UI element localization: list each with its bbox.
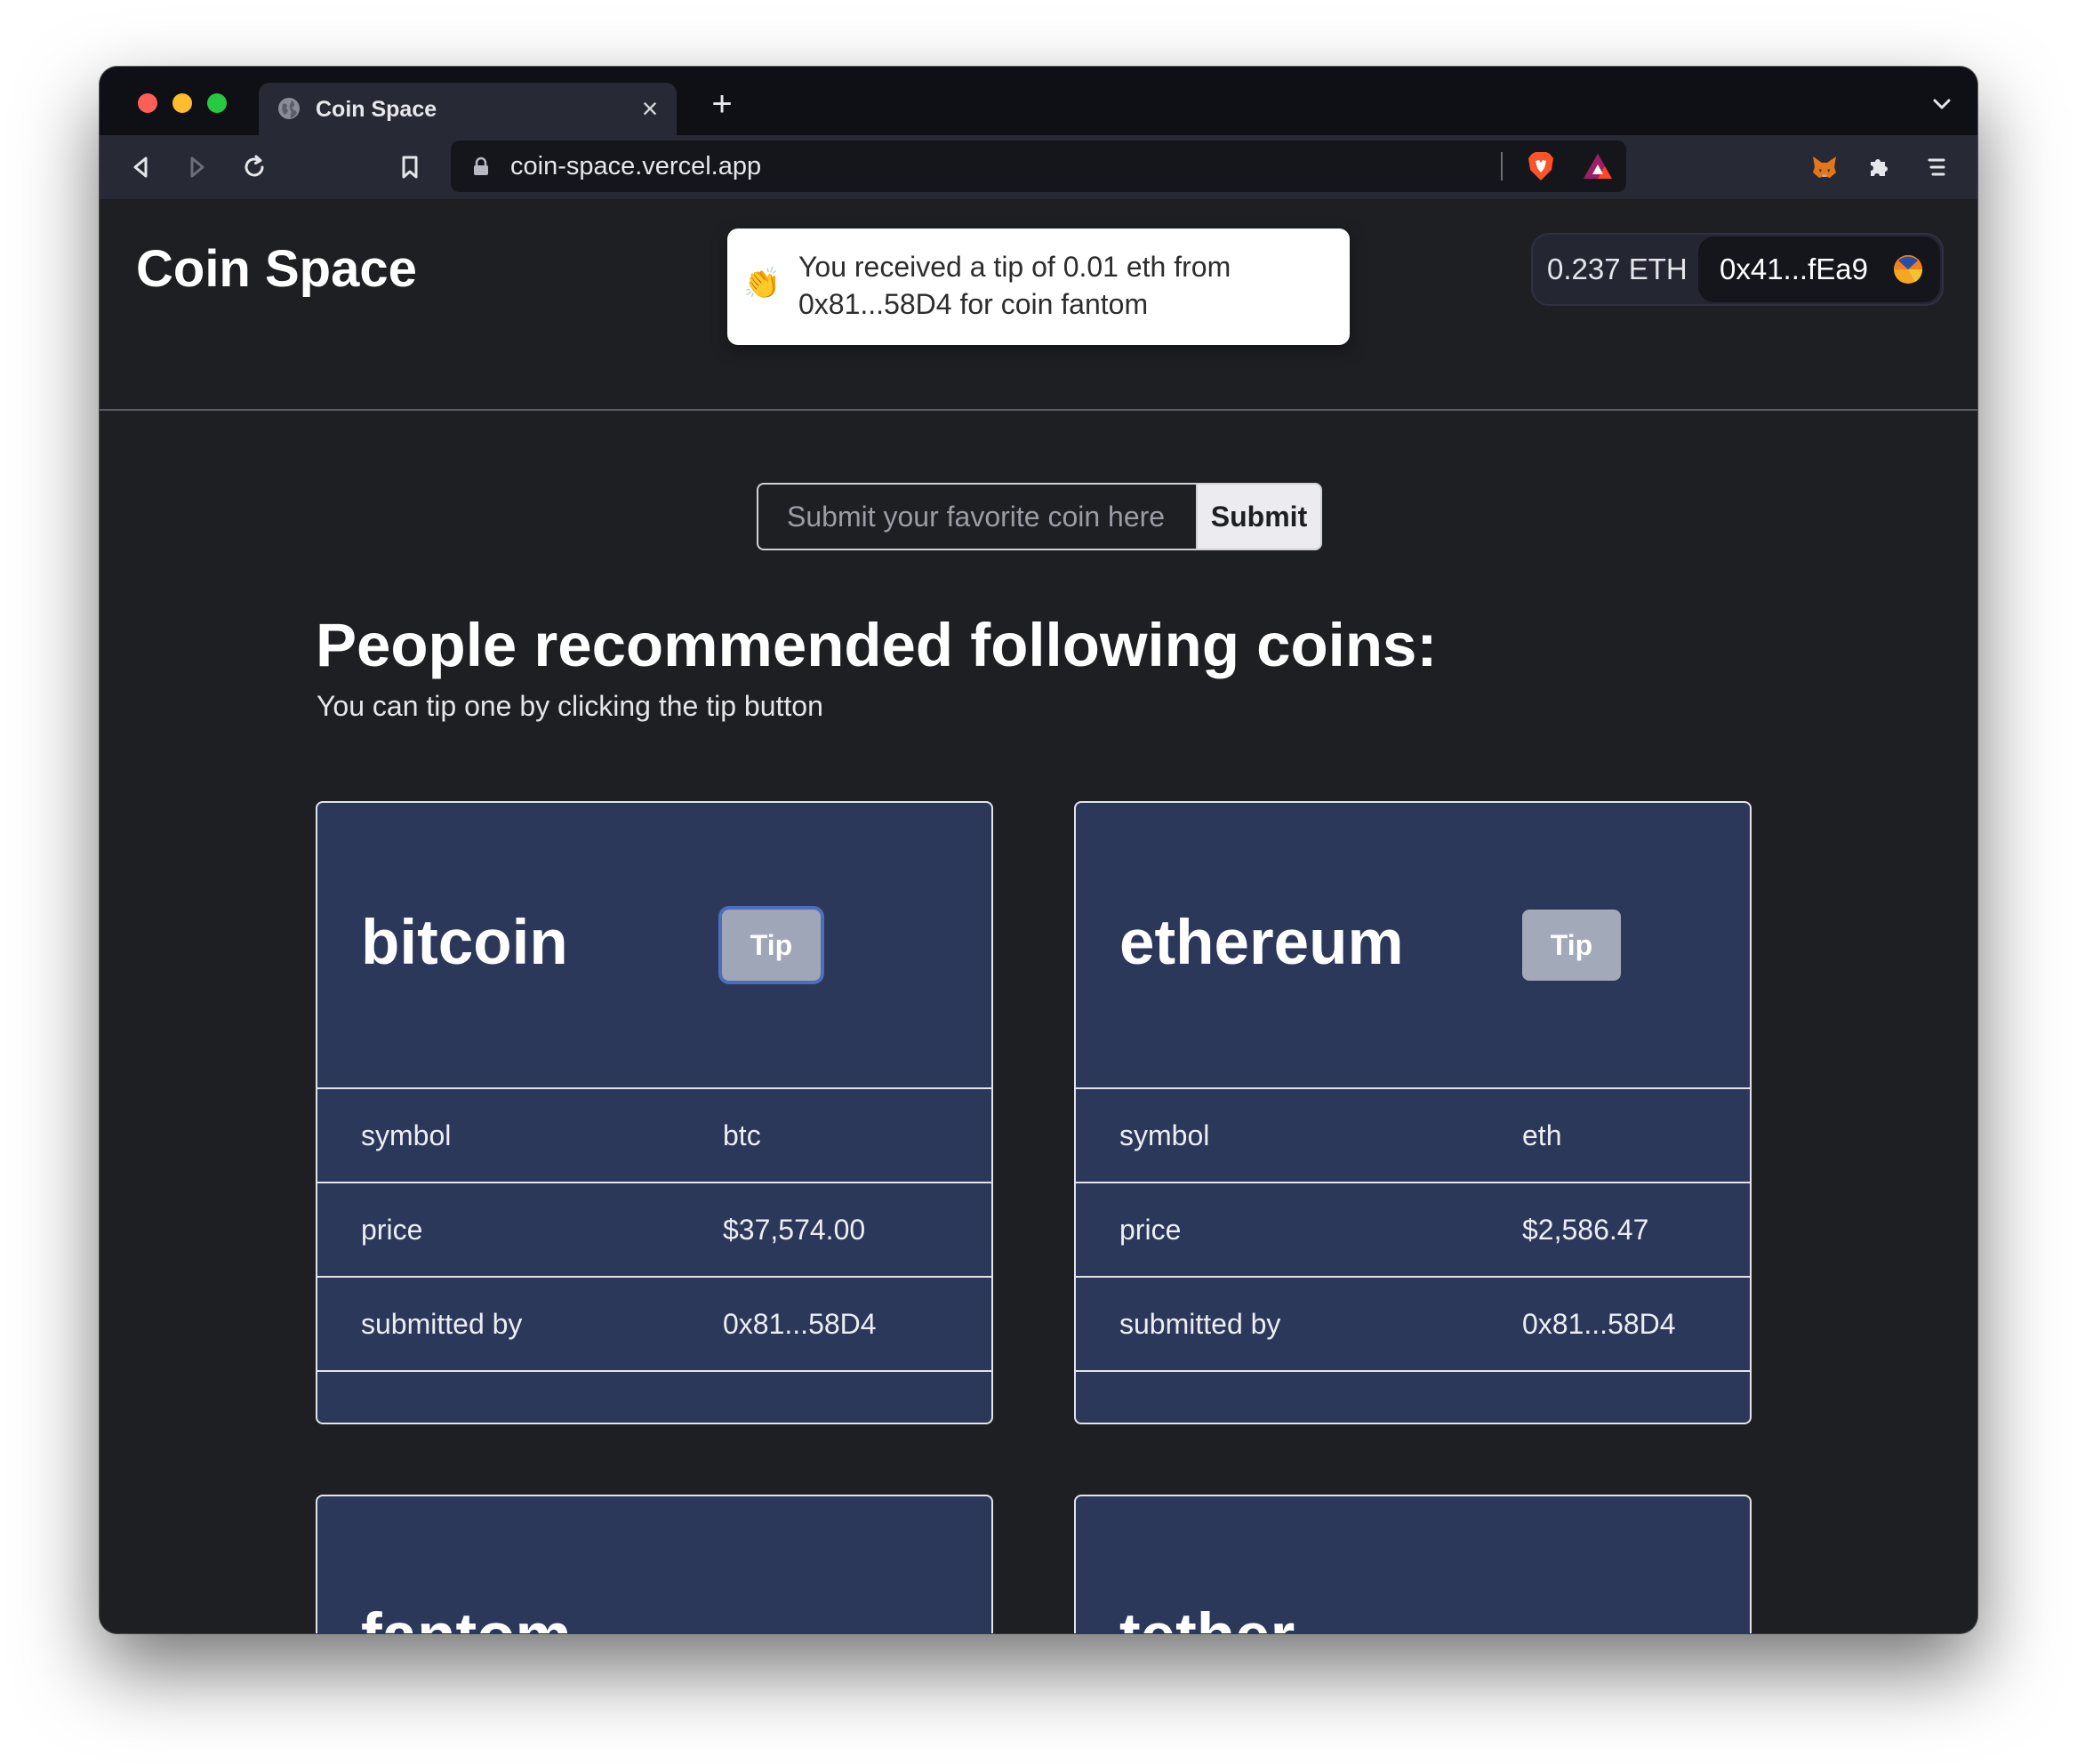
tip-button-bitcoin[interactable]: Tip <box>722 910 821 981</box>
wallet-address: 0x41...fEa9 <box>1720 253 1868 285</box>
row-value: eth <box>1522 1119 1562 1151</box>
wallet-account-button[interactable]: 0x41...fEa9 <box>1698 237 1940 302</box>
tab-bar: Coin Space × + <box>100 67 1977 135</box>
section-subtitle: You can tip one by clicking the tip butt… <box>317 690 823 722</box>
coin-name: tether <box>1119 1600 1295 1633</box>
tip-notification-toast[interactable]: 👏 You received a tip of 0.01 eth from 0x… <box>727 229 1350 345</box>
coin-row-price: price $37,574.00 <box>317 1183 991 1278</box>
submit-button[interactable]: Submit <box>1196 483 1322 550</box>
page-content: Coin Space 👏 You received a tip of 0.01 … <box>100 199 1977 1633</box>
brave-rewards-icon[interactable] <box>1582 152 1614 180</box>
coin-card-ethereum: ethereum Tip symbol eth price $2,586.47 … <box>1074 801 1752 1424</box>
wallet-balance: 0.237 ETH <box>1547 253 1688 285</box>
coin-row-submitted-by: submitted by 0x81...58D4 <box>317 1278 991 1372</box>
coin-submit-input[interactable] <box>757 483 1198 550</box>
bookmark-icon[interactable] <box>396 153 424 181</box>
metamask-fox-icon[interactable] <box>1810 153 1839 181</box>
page-header: Coin Space 👏 You received a tip of 0.01 … <box>100 199 1977 411</box>
row-label: symbol <box>361 1119 452 1151</box>
tab-close-icon[interactable]: × <box>636 94 664 123</box>
row-label: submitted by <box>361 1308 523 1340</box>
row-label: symbol <box>1119 1119 1210 1151</box>
tab-coin-space[interactable]: Coin Space × <box>259 83 677 135</box>
coin-name: fantom <box>361 1600 572 1633</box>
minimize-window-button[interactable] <box>172 93 192 113</box>
row-value: 0x81...58D4 <box>723 1308 877 1340</box>
coin-row-submitted-by: submitted by 0x81...58D4 <box>1076 1278 1750 1372</box>
brave-shields-icon[interactable] <box>1526 150 1556 182</box>
coin-card-tether: tether <box>1074 1495 1752 1633</box>
wallet-widget[interactable]: 0.237 ETH 0x41...fEa9 <box>1531 233 1944 306</box>
lock-icon <box>474 156 488 175</box>
coin-card-header: bitcoin Tip <box>317 803 991 1089</box>
coin-name: ethereum <box>1119 908 1404 978</box>
coin-name: bitcoin <box>361 908 568 978</box>
coin-row-symbol: symbol eth <box>1076 1089 1750 1183</box>
coin-card-header: tether <box>1076 1496 1750 1633</box>
row-label: price <box>361 1214 423 1246</box>
tip-button-ethereum[interactable]: Tip <box>1522 910 1621 981</box>
maximize-window-button[interactable] <box>207 93 227 113</box>
row-value: $2,586.47 <box>1522 1214 1649 1246</box>
new-tab-icon[interactable]: + <box>704 86 740 122</box>
globe-icon <box>278 98 300 119</box>
coin-card-fantom: fantom <box>316 1495 993 1633</box>
coin-card-footer <box>1076 1372 1750 1423</box>
brand-title[interactable]: Coin Space <box>136 239 417 299</box>
address-bar[interactable]: coin-space.vercel.app <box>451 140 1626 192</box>
row-value: btc <box>723 1119 761 1151</box>
reload-icon[interactable] <box>240 153 269 181</box>
address-bar-divider <box>1501 152 1503 180</box>
row-label: submitted by <box>1119 1308 1281 1340</box>
url-text: coin-space.vercel.app <box>510 152 762 180</box>
extensions-puzzle-icon[interactable] <box>1865 153 1894 181</box>
row-label: price <box>1119 1214 1182 1246</box>
clapping-hands-icon: 👏 <box>743 267 782 301</box>
toast-message: You received a tip of 0.01 eth from 0x81… <box>798 251 1231 320</box>
row-value: $37,574.00 <box>723 1214 866 1246</box>
browser-window: Coin Space × + coin-space.vercel.app Coi… <box>100 67 1977 1633</box>
menu-icon[interactable] <box>1922 153 1951 181</box>
coin-card-header: fantom <box>317 1496 991 1633</box>
row-value: 0x81...58D4 <box>1522 1308 1676 1340</box>
submit-coin-form: Submit <box>757 483 1322 554</box>
coin-row-price: price $2,586.47 <box>1076 1183 1750 1278</box>
coin-card-header: ethereum Tip <box>1076 803 1750 1089</box>
forward-icon[interactable] <box>183 153 212 181</box>
section-title: People recommended following coins: <box>316 611 1438 679</box>
back-icon[interactable] <box>126 153 155 181</box>
tab-title: Coin Space <box>316 97 437 122</box>
chevron-down-icon[interactable] <box>1929 92 1954 116</box>
coin-row-symbol: symbol btc <box>317 1089 991 1183</box>
coin-card-bitcoin: bitcoin Tip symbol btc price $37,574.00 … <box>316 801 993 1424</box>
close-window-button[interactable] <box>138 93 157 113</box>
account-avatar-icon <box>1894 255 1923 284</box>
coin-card-footer <box>317 1372 991 1423</box>
